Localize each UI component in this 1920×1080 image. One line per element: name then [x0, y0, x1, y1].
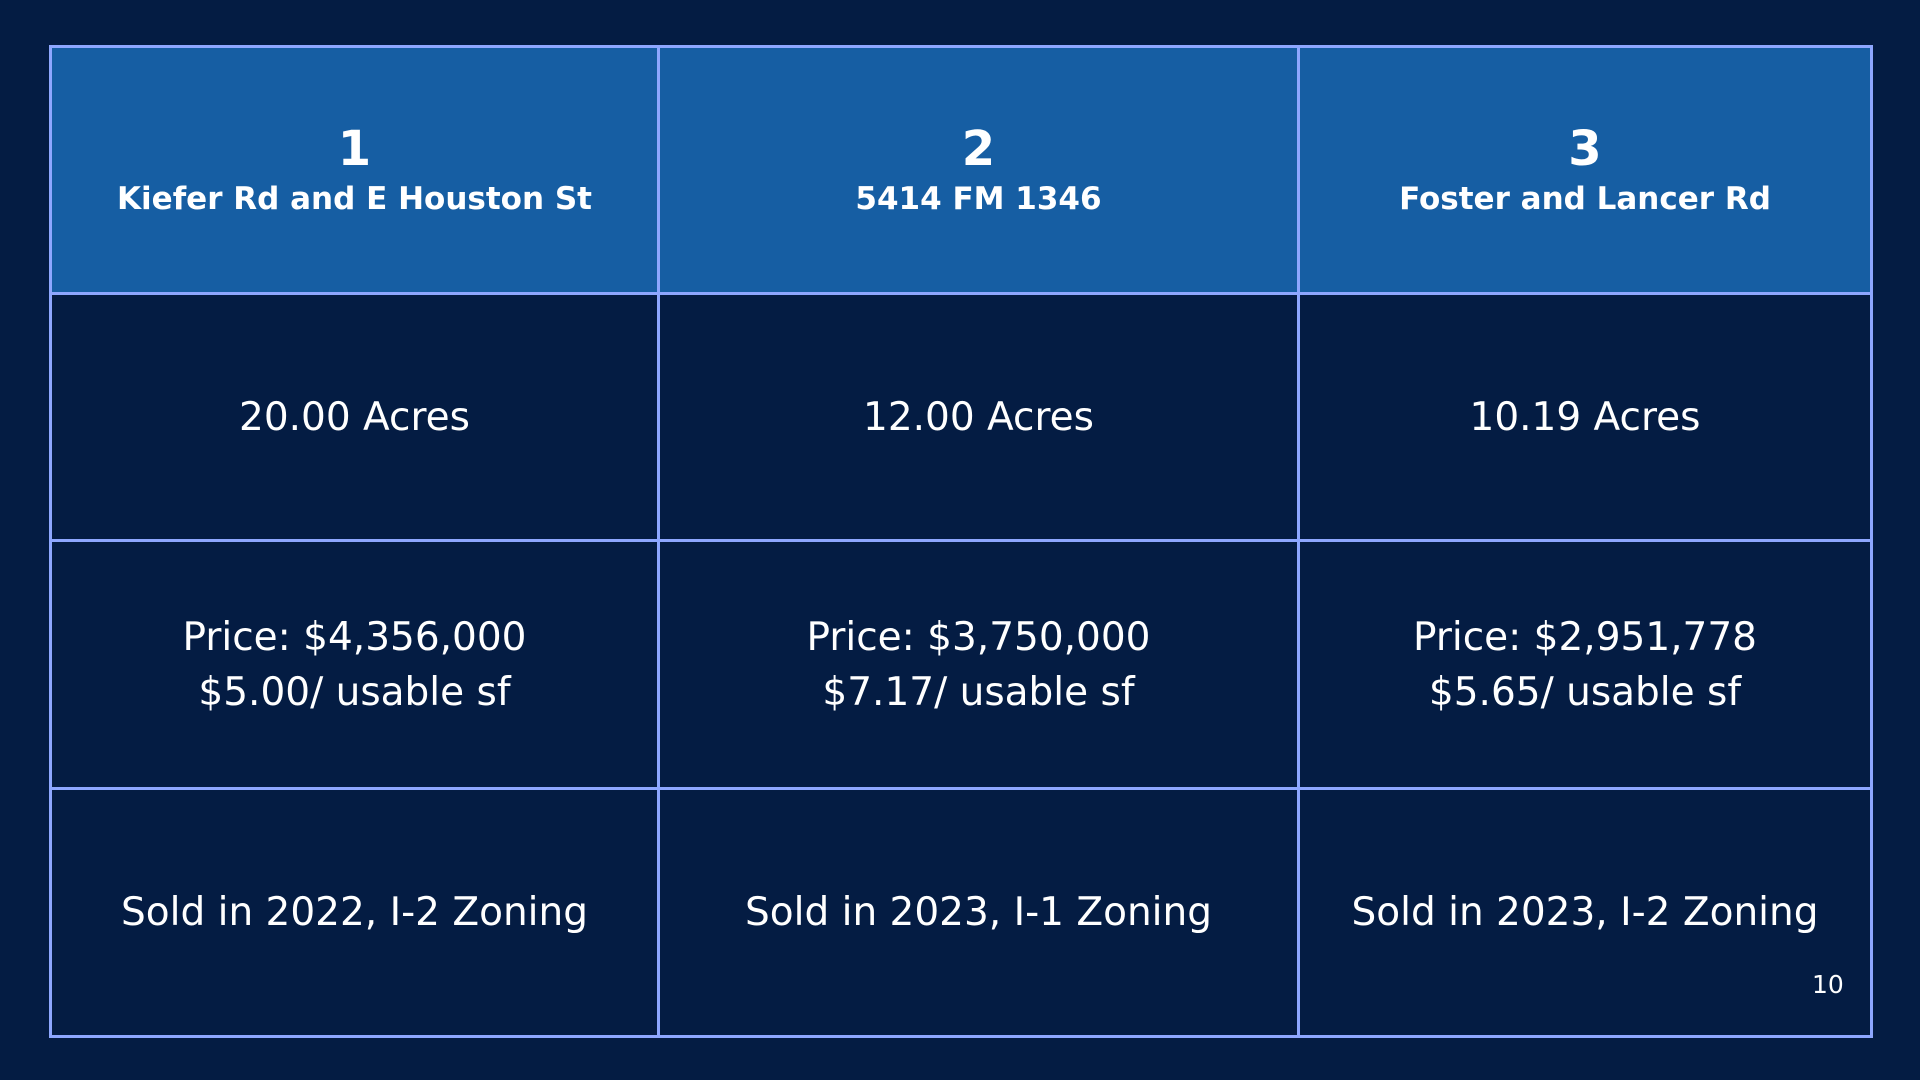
- sale-info-cell: Sold in 2023, I-1 Zoning: [657, 787, 1300, 1038]
- acreage-cell: 20.00 Acres: [49, 292, 660, 542]
- acreage-cell: 10.19 Acres: [1297, 292, 1873, 542]
- property-address: 5414 FM 1346: [855, 181, 1102, 217]
- property-address: Kiefer Rd and E Houston St: [117, 181, 592, 217]
- property-address: Foster and Lancer Rd: [1399, 181, 1771, 217]
- slide: 1 Kiefer Rd and E Houston St 2 5414 FM 1…: [0, 0, 1920, 1080]
- table-header-row: 1 Kiefer Rd and E Houston St 2 5414 FM 1…: [49, 45, 1873, 295]
- sale-info-value: Sold in 2022, I-2 Zoning: [121, 890, 588, 935]
- price-row: Price: $4,356,000 $5.00/ usable sf Price…: [49, 539, 1873, 790]
- page-number: 10: [1812, 970, 1844, 999]
- price-cell: Price: $2,951,778 $5.65/ usable sf: [1297, 539, 1873, 790]
- price-value: Price: $2,951,778: [1413, 614, 1757, 660]
- land-comparables-table: 1 Kiefer Rd and E Houston St 2 5414 FM 1…: [49, 45, 1873, 1038]
- sale-info-cell: Sold in 2022, I-2 Zoning: [49, 787, 660, 1038]
- acreage-cell: 12.00 Acres: [657, 292, 1300, 542]
- property-header-2: 2 5414 FM 1346: [657, 45, 1300, 295]
- price-per-sf-value: $5.00/ usable sf: [198, 669, 511, 715]
- price-value: Price: $4,356,000: [182, 614, 527, 660]
- acreage-value: 20.00 Acres: [239, 394, 470, 440]
- sale-info-value: Sold in 2023, I-1 Zoning: [745, 890, 1212, 935]
- property-number: 2: [961, 121, 996, 177]
- acreage-value: 12.00 Acres: [863, 394, 1094, 440]
- property-number: 1: [337, 121, 372, 177]
- sale-info-cell: Sold in 2023, I-2 Zoning: [1297, 787, 1873, 1038]
- price-value: Price: $3,750,000: [806, 614, 1151, 660]
- property-header-1: 1 Kiefer Rd and E Houston St: [49, 45, 660, 295]
- sale-info-value: Sold in 2023, I-2 Zoning: [1351, 890, 1819, 935]
- acreage-row: 20.00 Acres 12.00 Acres 10.19 Acres: [49, 292, 1873, 542]
- sale-info-row: Sold in 2022, I-2 Zoning Sold in 2023, I…: [49, 787, 1873, 1038]
- property-header-3: 3 Foster and Lancer Rd: [1297, 45, 1873, 295]
- price-cell: Price: $4,356,000 $5.00/ usable sf: [49, 539, 660, 790]
- acreage-value: 10.19 Acres: [1469, 394, 1701, 440]
- property-number: 3: [1568, 121, 1602, 177]
- price-per-sf-value: $7.17/ usable sf: [822, 669, 1135, 715]
- price-per-sf-value: $5.65/ usable sf: [1428, 669, 1742, 715]
- price-cell: Price: $3,750,000 $7.17/ usable sf: [657, 539, 1300, 790]
